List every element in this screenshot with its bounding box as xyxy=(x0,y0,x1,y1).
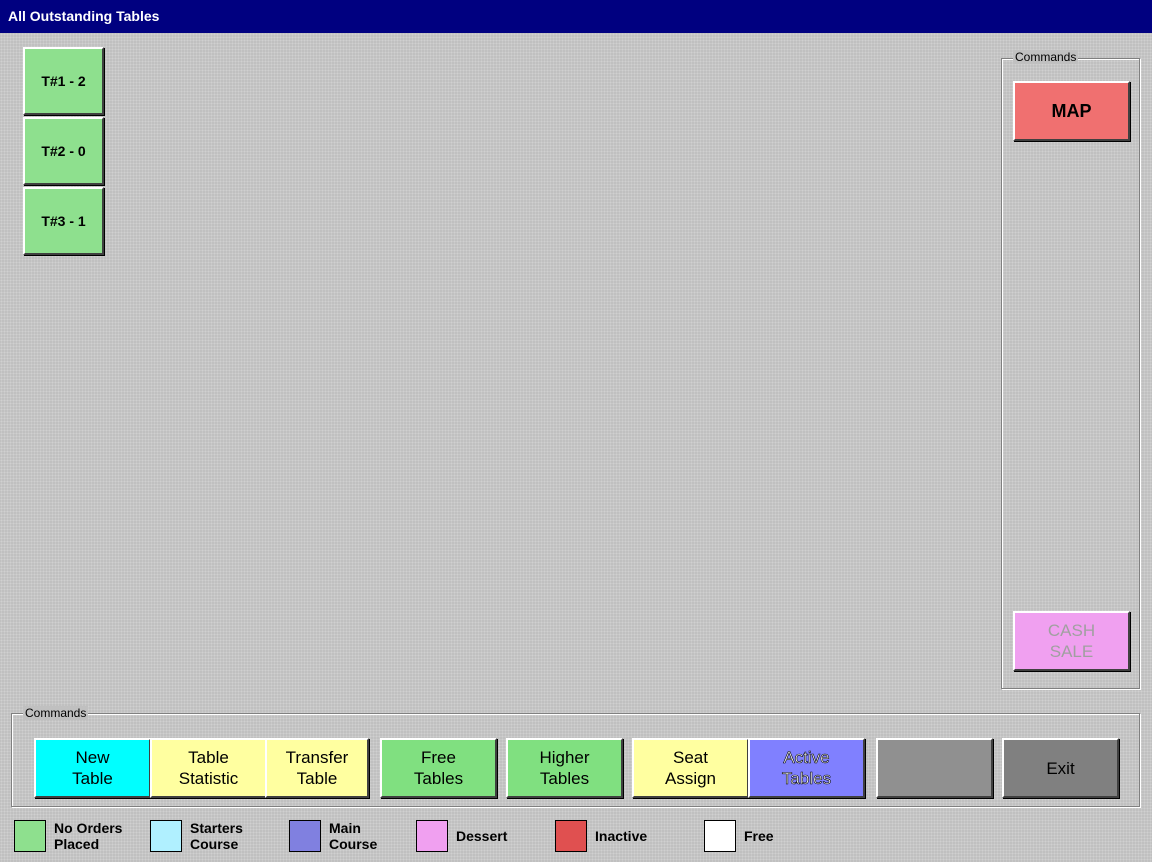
table-button-1[interactable]: T#1 - 2 xyxy=(23,47,104,115)
bottom-commands-legend: Commands xyxy=(23,706,89,720)
legend-label-free: Free xyxy=(744,828,774,844)
transfer-table-button[interactable]: Transfer Table xyxy=(265,738,369,798)
legend-swatch-main-course xyxy=(289,820,321,852)
active-tables-button[interactable]: Active Tables xyxy=(748,738,865,798)
cash-sale-button[interactable]: CASH SALE xyxy=(1013,611,1130,671)
legend-swatch-free xyxy=(704,820,736,852)
window-title: All Outstanding Tables xyxy=(0,0,1152,33)
table-button-2[interactable]: T#2 - 0 xyxy=(23,117,104,185)
legend-swatch-inactive xyxy=(555,820,587,852)
seat-assign-button[interactable]: Seat Assign xyxy=(632,738,749,798)
legend-label-inactive: Inactive xyxy=(595,828,648,844)
legend-label-starters: Starters Course xyxy=(190,820,243,852)
legend-starters: Starters Course xyxy=(150,812,243,860)
legend-label-main-course: Main Course xyxy=(329,820,378,852)
legend-label-dessert: Dessert xyxy=(456,828,508,844)
side-commands-group xyxy=(1001,58,1140,689)
side-commands-legend: Commands xyxy=(1013,50,1079,64)
legend-swatch-dessert xyxy=(416,820,448,852)
legend-no-orders: No Orders Placed xyxy=(14,812,122,860)
higher-tables-button[interactable]: Higher Tables xyxy=(506,738,623,798)
table-button-3[interactable]: T#3 - 1 xyxy=(23,187,104,255)
legend-label-no-orders: No Orders Placed xyxy=(54,820,123,852)
legend-dessert: Dessert xyxy=(416,812,507,860)
blank-command-button[interactable] xyxy=(876,738,993,798)
legend-main-course: Main Course xyxy=(289,812,377,860)
map-button[interactable]: MAP xyxy=(1013,81,1130,141)
free-tables-button[interactable]: Free Tables xyxy=(380,738,497,798)
exit-button[interactable]: Exit xyxy=(1002,738,1119,798)
legend-free: Free xyxy=(704,812,774,860)
main-area: T#1 - 2 T#2 - 0 T#3 - 1 Commands MAP CAS… xyxy=(0,33,1152,862)
new-table-button[interactable]: New Table xyxy=(34,738,151,798)
legend-inactive: Inactive xyxy=(555,812,647,860)
legend-swatch-starters xyxy=(150,820,182,852)
table-statistic-button[interactable]: Table Statistic xyxy=(150,738,267,798)
legend-swatch-no-orders xyxy=(14,820,46,852)
